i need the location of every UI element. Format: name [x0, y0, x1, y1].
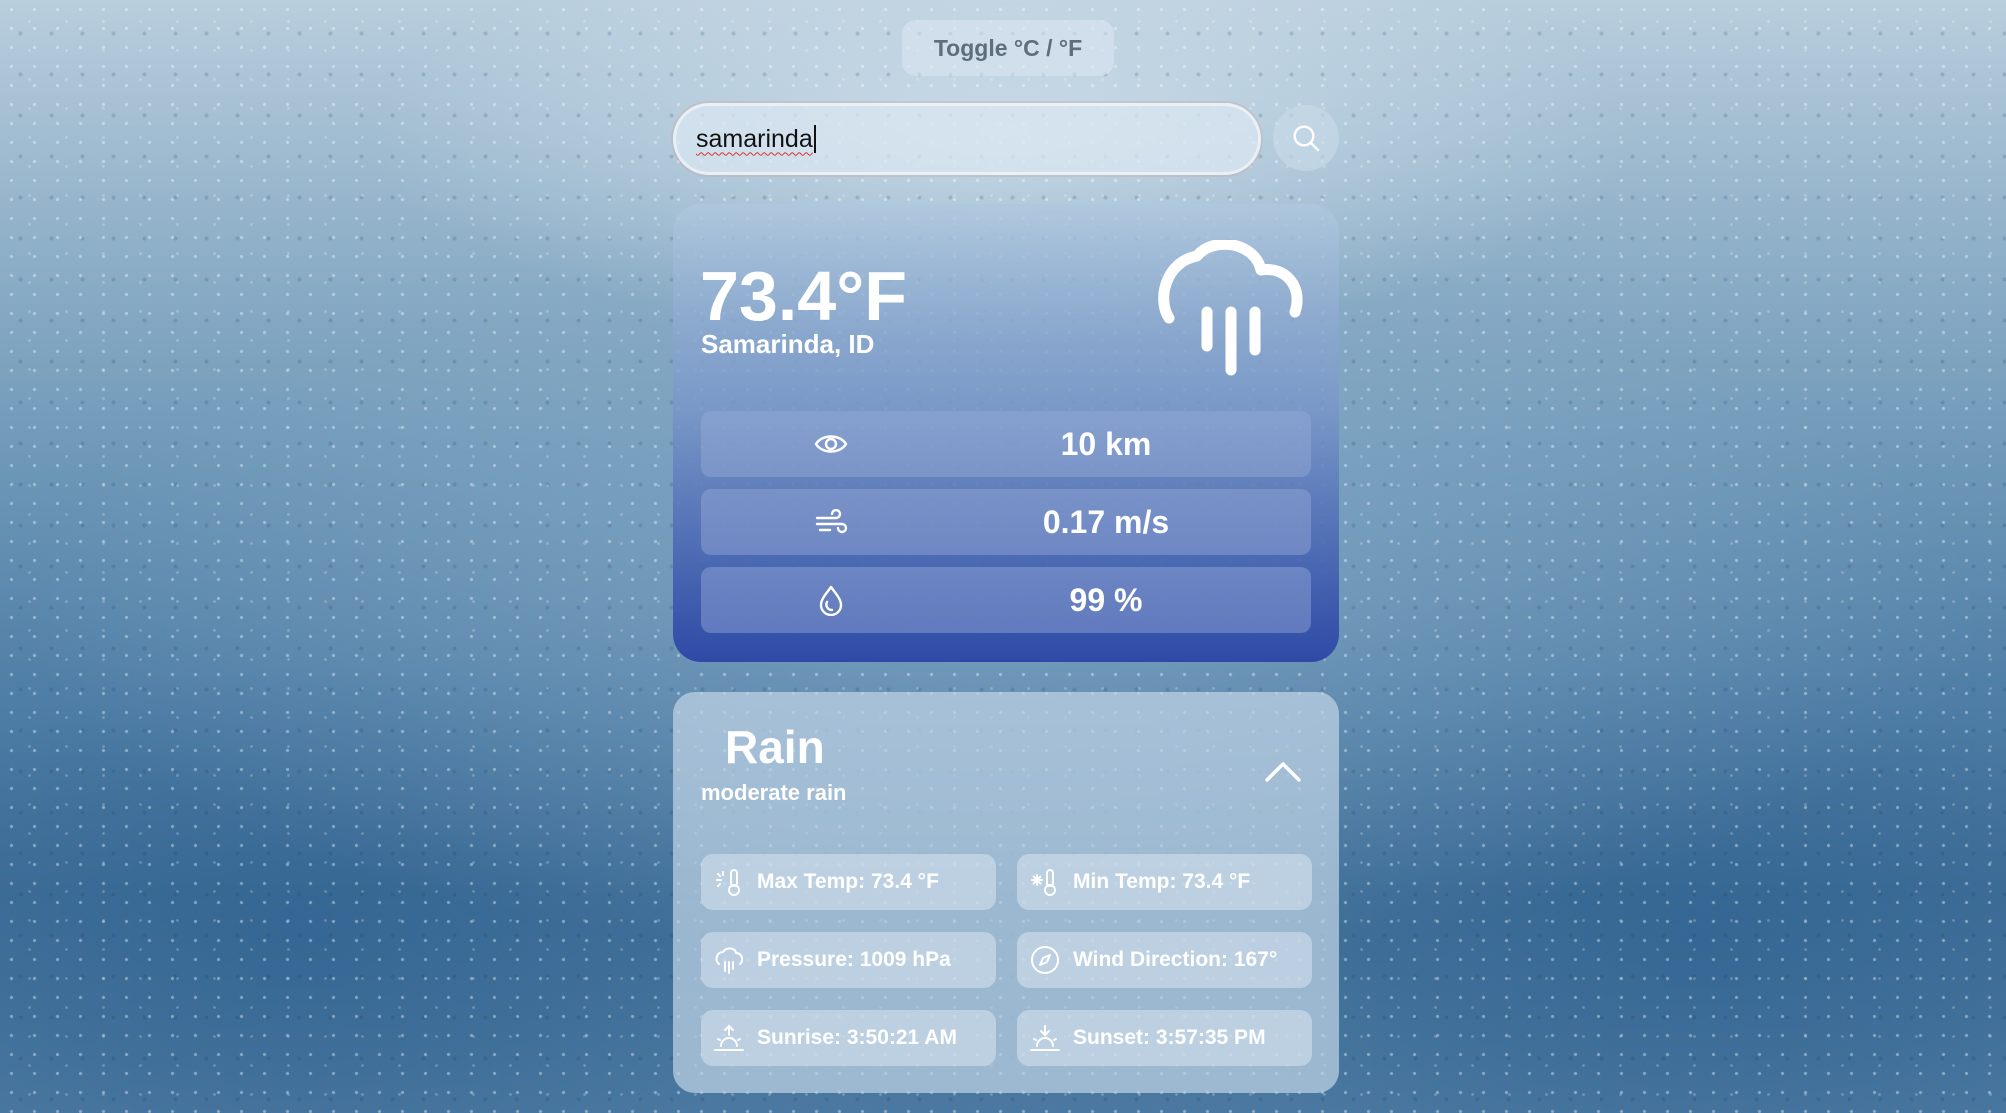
current-weather-card: 73.4°F Samarinda, ID 10 km 0.17 m/s 99 % [673, 204, 1339, 662]
sunset-chip: Sunset: 3:57:35 PM [1017, 1010, 1312, 1066]
wind-icon [815, 509, 848, 534]
search-button[interactable] [1273, 105, 1339, 171]
search-input[interactable]: samarinda [673, 103, 1261, 175]
eye-icon [814, 435, 848, 453]
condition-description: moderate rain [701, 780, 847, 805]
pressure-label: Pressure: 1009 hPa [757, 948, 951, 971]
chevron-up-icon[interactable] [1263, 758, 1303, 784]
temperature: 73.4°F [700, 257, 907, 335]
humidity-icon [819, 585, 843, 616]
sunrise-label: Sunrise: 3:50:21 AM [757, 1026, 957, 1049]
visibility-row: 10 km [701, 411, 1311, 477]
sunrise-icon [714, 1024, 744, 1051]
search-input-value: samarinda [696, 124, 813, 153]
thermometer-snow-icon [1031, 869, 1056, 896]
humidity-value: 99 % [1069, 581, 1143, 618]
max-temp-label: Max Temp: 73.4 °F [757, 870, 939, 893]
sunset-icon [1030, 1025, 1060, 1051]
thermometer-sun-icon [716, 869, 740, 896]
cloud-rain-icon [1158, 240, 1303, 376]
pressure-icon [715, 947, 744, 974]
weather-details-card: Rain moderate rain Max Temp: 73.4 °F Min… [673, 692, 1339, 1093]
location-name: Samarinda, ID [701, 329, 875, 359]
search-icon [1293, 125, 1320, 152]
unit-toggle-button[interactable]: Toggle °C / °F [902, 20, 1114, 76]
visibility-value: 10 km [1060, 425, 1152, 462]
condition-title: Rain [725, 721, 825, 773]
text-caret [813, 125, 816, 153]
max-temp-chip: Max Temp: 73.4 °F [701, 854, 996, 910]
wind-direction-chip: Wind Direction: 167° [1017, 932, 1312, 988]
wind-direction-label: Wind Direction: 167° [1073, 948, 1278, 971]
min-temp-chip: Min Temp: 73.4 °F [1017, 854, 1312, 910]
wind-speed-row: 0.17 m/s [701, 489, 1311, 555]
sunrise-chip: Sunrise: 3:50:21 AM [701, 1010, 996, 1066]
pressure-chip: Pressure: 1009 hPa [701, 932, 996, 988]
min-temp-label: Min Temp: 73.4 °F [1073, 870, 1251, 893]
wind-speed-value: 0.17 m/s [1042, 503, 1170, 540]
sunset-label: Sunset: 3:57:35 PM [1073, 1026, 1266, 1049]
humidity-row: 99 % [701, 567, 1311, 633]
compass-icon [1031, 946, 1059, 974]
